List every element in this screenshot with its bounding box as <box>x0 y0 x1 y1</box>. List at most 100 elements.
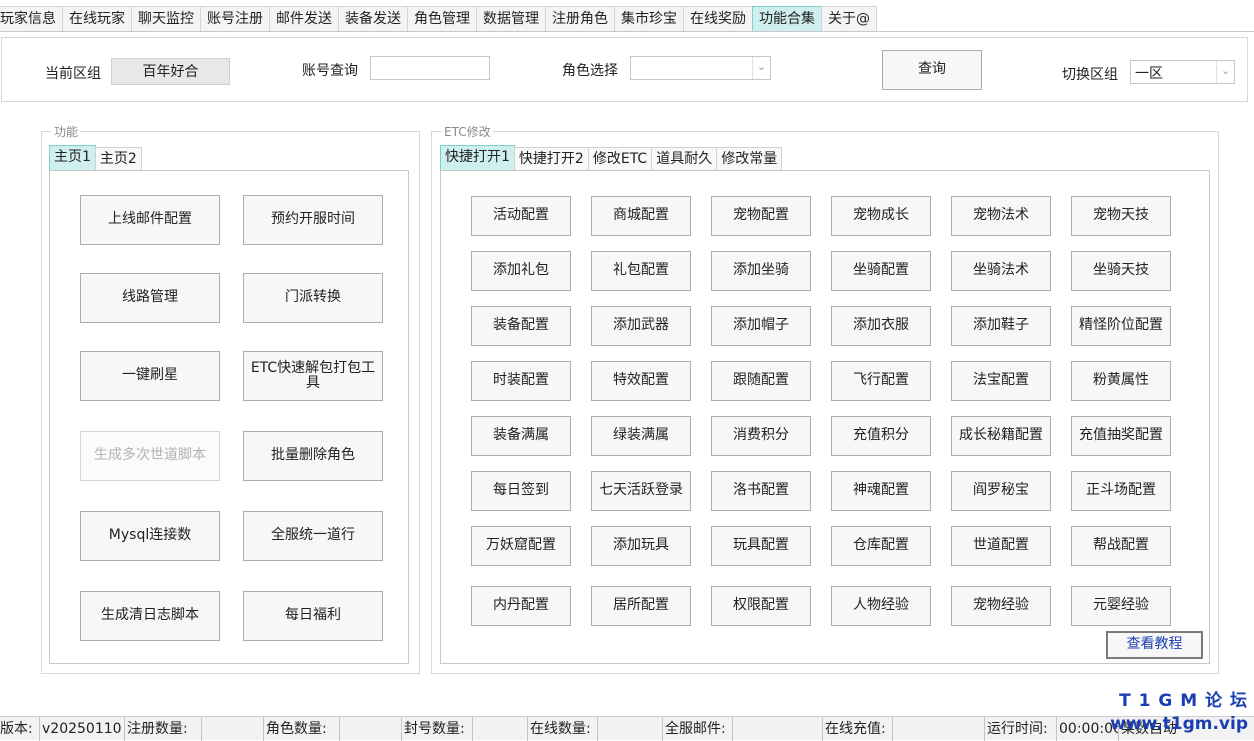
etc-config-button[interactable]: 宠物配置 <box>711 196 811 236</box>
tab-2[interactable]: 聊天监控 <box>131 6 201 32</box>
etc-config-button[interactable]: 装备配置 <box>471 306 571 346</box>
account-search-input[interactable] <box>370 56 490 80</box>
tab-7[interactable]: 数据管理 <box>476 6 546 32</box>
current-zone-display: 百年好合 <box>111 58 230 85</box>
forum-watermark: T 1 G M 论 坛 <box>1119 691 1248 711</box>
tab-4[interactable]: 邮件发送 <box>269 6 339 32</box>
left-tabs-item-0[interactable]: 主页1 <box>49 145 96 172</box>
version-value: v20250110 <box>40 717 125 741</box>
etc-config-button[interactable]: 礼包配置 <box>591 251 691 291</box>
function-button[interactable]: 生成清日志脚本 <box>80 591 220 641</box>
etc-config-button[interactable]: 添加鞋子 <box>951 306 1051 346</box>
query-button[interactable]: 查询 <box>882 50 982 90</box>
right-tabs-item-3[interactable]: 道具耐久 <box>651 147 718 172</box>
tab-1[interactable]: 在线玩家 <box>62 6 132 32</box>
tab-0[interactable]: 玩家信息 <box>0 6 63 32</box>
chevron-down-icon: ⌄ <box>1216 61 1234 83</box>
etc-config-button[interactable]: 世道配置 <box>951 526 1051 566</box>
etc-config-button[interactable]: 飞行配置 <box>831 361 931 401</box>
online-count-label: 在线数量: <box>528 717 598 741</box>
etc-config-button[interactable]: 装备满属 <box>471 416 571 456</box>
view-tutorial-button[interactable]: 查看教程 <box>1106 631 1203 659</box>
right-tabs-item-0[interactable]: 快捷打开1 <box>440 145 515 172</box>
etc-config-button[interactable]: 内丹配置 <box>471 586 571 626</box>
tab-9[interactable]: 集市珍宝 <box>614 6 684 32</box>
function-button[interactable]: 预约开服时间 <box>243 195 383 245</box>
etc-config-button[interactable]: 充值抽奖配置 <box>1071 416 1171 456</box>
etc-config-button[interactable]: 充值积分 <box>831 416 931 456</box>
etc-config-button[interactable]: 商城配置 <box>591 196 691 236</box>
function-button[interactable]: Mysql连接数 <box>80 511 220 561</box>
etc-config-button[interactable]: 添加帽子 <box>711 306 811 346</box>
right-tabs-item-2[interactable]: 修改ETC <box>587 147 653 172</box>
etc-config-button[interactable]: 坐骑法术 <box>951 251 1051 291</box>
function-button[interactable]: 一键刷星 <box>80 351 220 401</box>
etc-config-button[interactable]: 玩具配置 <box>711 526 811 566</box>
etc-config-button[interactable]: 添加玩具 <box>591 526 691 566</box>
tab-10[interactable]: 在线奖励 <box>683 6 753 32</box>
etc-config-button[interactable]: 特效配置 <box>591 361 691 401</box>
etc-config-button[interactable]: 正斗场配置 <box>1071 471 1171 511</box>
etc-config-button[interactable]: 居所配置 <box>591 586 691 626</box>
tab-12[interactable]: 关于@ <box>821 6 877 32</box>
role-count-value <box>340 717 402 741</box>
role-select[interactable]: ⌄ <box>630 56 771 80</box>
etc-group-title: ETC修改 <box>442 123 493 140</box>
etc-config-button[interactable]: 宠物经验 <box>951 586 1051 626</box>
etc-config-button[interactable]: 神魂配置 <box>831 471 931 511</box>
zone-label: 当前区组 <box>45 66 101 82</box>
ban-count-value <box>473 717 528 741</box>
left-tabs-item-1[interactable]: 主页2 <box>94 147 142 172</box>
etc-config-button[interactable]: 跟随配置 <box>711 361 811 401</box>
recharge-value <box>893 717 985 741</box>
etc-config-button[interactable]: 活动配置 <box>471 196 571 236</box>
function-button[interactable]: 线路管理 <box>80 273 220 323</box>
etc-config-button[interactable]: 仓库配置 <box>831 526 931 566</box>
etc-config-button[interactable]: 权限配置 <box>711 586 811 626</box>
etc-config-button[interactable]: 阎罗秘宝 <box>951 471 1051 511</box>
server-mail-value <box>733 717 823 741</box>
ban-count-label: 封号数量: <box>402 717 473 741</box>
etc-config-button[interactable]: 添加坐骑 <box>711 251 811 291</box>
switch-zone-select[interactable]: 一区 ⌄ <box>1130 60 1235 84</box>
tab-5[interactable]: 装备发送 <box>338 6 408 32</box>
function-button[interactable]: 每日福利 <box>243 591 383 641</box>
function-button[interactable]: 门派转换 <box>243 273 383 323</box>
etc-config-button[interactable]: 坐骑配置 <box>831 251 931 291</box>
etc-config-button[interactable]: 元婴经验 <box>1071 586 1171 626</box>
etc-config-button[interactable]: 消费积分 <box>711 416 811 456</box>
etc-config-button[interactable]: 成长秘籍配置 <box>951 416 1051 456</box>
etc-config-button[interactable]: 添加礼包 <box>471 251 571 291</box>
function-button[interactable]: 批量删除角色 <box>243 431 383 481</box>
function-button[interactable]: 全服统一道行 <box>243 511 383 561</box>
etc-config-button[interactable]: 人物经验 <box>831 586 931 626</box>
etc-config-button[interactable]: 七天活跃登录 <box>591 471 691 511</box>
etc-config-button[interactable]: 时装配置 <box>471 361 571 401</box>
tab-11[interactable]: 功能合集 <box>752 6 822 32</box>
reg-count-label: 注册数量: <box>125 717 202 741</box>
etc-config-button[interactable]: 精怪阶位配置 <box>1071 306 1171 346</box>
etc-config-button[interactable]: 法宝配置 <box>951 361 1051 401</box>
tab-8[interactable]: 注册角色 <box>545 6 615 32</box>
role-count-label: 角色数量: <box>264 717 340 741</box>
query-bar: 当前区组 百年好合 账号查询 角色选择 ⌄ 查询 切换区组 一区 ⌄ <box>1 37 1248 102</box>
function-button[interactable]: ETC快速解包打包工具 <box>243 351 383 401</box>
server-mail-label: 全服邮件: <box>663 717 733 741</box>
etc-config-button[interactable]: 洛书配置 <box>711 471 811 511</box>
etc-config-button[interactable]: 帮战配置 <box>1071 526 1171 566</box>
function-button[interactable]: 上线邮件配置 <box>80 195 220 245</box>
etc-config-button[interactable]: 每日签到 <box>471 471 571 511</box>
etc-config-button[interactable]: 万妖窟配置 <box>471 526 571 566</box>
etc-config-button[interactable]: 宠物天技 <box>1071 196 1171 236</box>
etc-config-button[interactable]: 添加武器 <box>591 306 691 346</box>
etc-config-button[interactable]: 宠物法术 <box>951 196 1051 236</box>
right-tabs-item-4[interactable]: 修改常量 <box>716 147 783 172</box>
etc-config-button[interactable]: 坐骑天技 <box>1071 251 1171 291</box>
right-tabs-item-1[interactable]: 快捷打开2 <box>513 147 589 172</box>
etc-config-button[interactable]: 添加衣服 <box>831 306 931 346</box>
tab-6[interactable]: 角色管理 <box>407 6 477 32</box>
tab-3[interactable]: 账号注册 <box>200 6 270 32</box>
etc-config-button[interactable]: 粉黄属性 <box>1071 361 1171 401</box>
etc-config-button[interactable]: 宠物成长 <box>831 196 931 236</box>
etc-config-button[interactable]: 绿装满属 <box>591 416 691 456</box>
